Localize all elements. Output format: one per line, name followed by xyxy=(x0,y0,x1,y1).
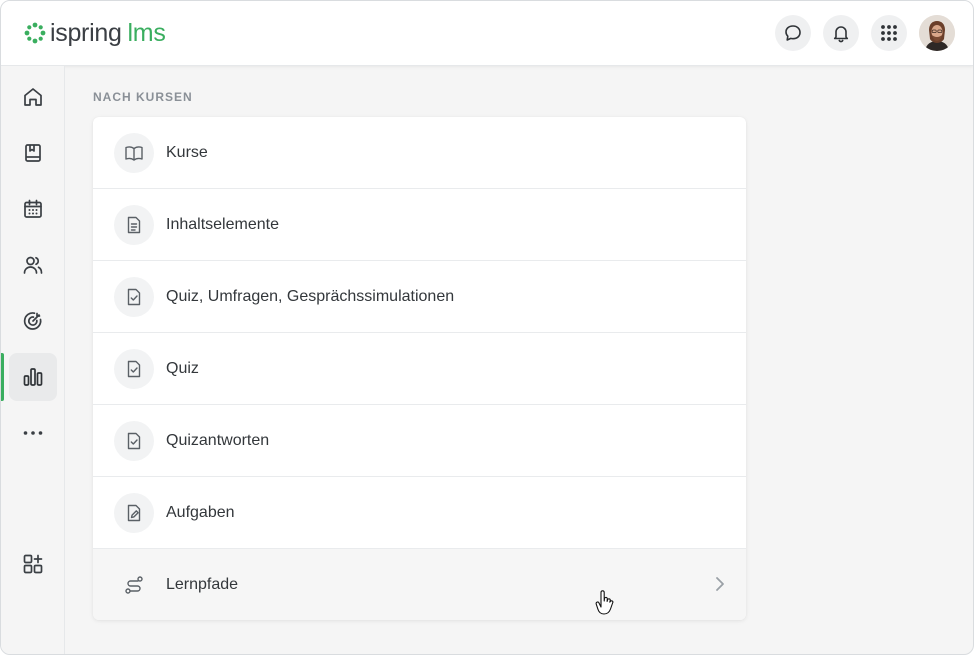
checklist-icon xyxy=(127,288,141,305)
row-icon-container xyxy=(114,204,154,245)
bar-chart-icon xyxy=(23,368,43,386)
list-item-kurse[interactable]: Kurse xyxy=(93,117,746,189)
sidebar-item-add-widgets[interactable] xyxy=(9,540,57,588)
list-item-aufgaben[interactable]: Aufgaben xyxy=(93,477,746,549)
row-label: Inhaltselemente xyxy=(166,215,279,233)
book-icon xyxy=(25,144,41,162)
sidebar xyxy=(1,66,65,654)
sidebar-item-library[interactable] xyxy=(9,129,57,177)
logo-brand-text: ispring xyxy=(50,19,122,47)
list-item-quizantworten[interactable]: Quizantworten xyxy=(93,405,746,477)
header-actions xyxy=(775,15,955,51)
target-icon xyxy=(23,312,42,330)
profile-avatar[interactable] xyxy=(919,15,955,51)
document-icon xyxy=(127,216,141,233)
row-icon-container xyxy=(114,132,154,173)
row-label: Lernpfade xyxy=(166,576,239,593)
logo-product-text: lms xyxy=(127,19,166,47)
chevron-right-icon xyxy=(716,577,724,591)
sidebar-item-home[interactable] xyxy=(9,73,57,121)
sidebar-item-reports[interactable] xyxy=(9,353,57,401)
row-icon-container xyxy=(114,492,154,533)
row-label: Quizantworten xyxy=(166,431,270,449)
home-icon xyxy=(24,88,42,106)
top-header: ispring lms xyxy=(1,1,973,66)
sidebar-item-calendar[interactable] xyxy=(9,185,57,233)
calendar-icon xyxy=(24,199,42,218)
grid-dots-icon xyxy=(881,25,897,41)
row-label: Aufgaben xyxy=(166,503,235,521)
row-label: Kurse xyxy=(166,143,208,161)
list-item-quiz[interactable]: Quiz xyxy=(93,333,746,405)
logo[interactable]: ispring lms xyxy=(24,18,166,48)
sidebar-item-goals[interactable] xyxy=(9,297,57,345)
list-item-quiz-umfragen[interactable]: Quiz, Umfragen, Gesprächssimulationen xyxy=(93,261,746,333)
more-dots-icon xyxy=(23,431,43,435)
apps-button[interactable] xyxy=(871,15,907,51)
checklist-icon xyxy=(127,360,141,377)
row-icon-container xyxy=(114,276,154,317)
list-item-lernpfade[interactable]: Lernpfade xyxy=(93,549,746,620)
row-icon-container xyxy=(114,565,154,605)
row-icon-container xyxy=(114,348,154,389)
section-title: NACH KURSEN xyxy=(93,90,193,104)
route-icon xyxy=(125,576,143,594)
users-icon xyxy=(23,256,43,274)
row-label: Quiz, Umfragen, Gesprächssimulationen xyxy=(166,287,455,305)
report-list-card: Kurse Inhaltselemente Quiz, Umfragen, Ge… xyxy=(93,117,746,620)
checklist-icon xyxy=(127,432,141,449)
row-label: Quiz xyxy=(166,359,199,377)
open-book-icon xyxy=(125,145,143,161)
notifications-button[interactable] xyxy=(823,15,859,51)
sidebar-active-indicator xyxy=(1,353,4,401)
app-window: ispring lms NACH KURSEN Kurse Inhaltsele… xyxy=(0,0,974,655)
chat-button[interactable] xyxy=(775,15,811,51)
bell-icon xyxy=(833,26,849,43)
list-item-inhaltselemente[interactable]: Inhaltselemente xyxy=(93,189,746,261)
sidebar-item-users[interactable] xyxy=(9,241,57,289)
edit-document-icon xyxy=(127,504,141,521)
hand-cursor-icon xyxy=(595,590,614,615)
sidebar-item-more[interactable] xyxy=(9,409,57,457)
row-icon-container xyxy=(114,420,154,461)
logo-flower-icon xyxy=(24,22,46,44)
chat-bubble-icon xyxy=(785,25,801,41)
add-grid-icon xyxy=(23,554,43,574)
avatar-photo-icon xyxy=(919,15,955,51)
